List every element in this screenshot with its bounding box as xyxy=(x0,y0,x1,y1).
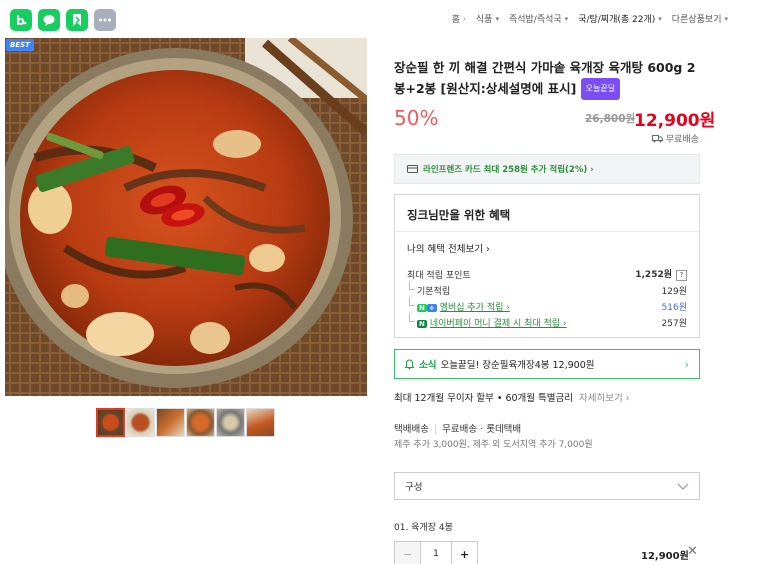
benefit-title: 징크님만을 위한 혜택 xyxy=(407,208,511,222)
breadcrumb-soup[interactable]: 국/탕/찌개(총 22개) ▾ xyxy=(578,12,662,26)
best-badge: BEST xyxy=(6,39,34,51)
delivery-fee: 무료배송 xyxy=(442,424,478,435)
membership-points-row: N + 멤버십 추가 적립 › 516원 xyxy=(407,297,687,313)
discount-rate: 50% xyxy=(394,106,439,130)
chevron-down-icon: ▾ xyxy=(724,14,728,23)
max-points-value-wrap: 1,252원? xyxy=(635,267,687,281)
installment-info: 최대 12개월 무이자 할부 • 60개월 특별금리 자세히보기 › xyxy=(394,390,630,404)
max-points-label: 최대 적립 포인트 xyxy=(407,270,471,281)
selected-option-price: 12,900원 xyxy=(641,551,689,562)
breadcrumb: 홈 › 식품 ▾ 즉석밥/즉석국 ▾ 국/탕/찌개(총 22개) ▾ 다른상품보기 ▾ xyxy=(451,12,728,26)
max-points-row: 최대 적립 포인트 1,252원? xyxy=(407,267,687,281)
separator: | xyxy=(433,424,438,435)
original-price: 26,800원 xyxy=(585,113,636,125)
sale-price: 12,900원 xyxy=(634,111,716,131)
breadcrumb-food[interactable]: 식품 ▾ xyxy=(475,12,499,26)
delivery-extra-fee: 제주 추가 3,000원, 제주 외 도서지역 추가 7,000원 xyxy=(394,440,593,450)
delivery-carrier: 롯데택배 xyxy=(486,424,522,435)
all-benefits-link[interactable]: 나의 혜택 전체보기 › xyxy=(407,241,490,255)
thumbnail-1[interactable] xyxy=(96,408,125,437)
delivery-type: 택배배송 xyxy=(394,424,429,435)
news-banner[interactable]: 소식 오늘끝딜! 장순필육개장4봉 12,900원 › xyxy=(394,349,700,379)
option-select-label: 구성 xyxy=(405,482,423,493)
thumbnail-2[interactable] xyxy=(126,408,155,437)
thumbnail-4[interactable] xyxy=(186,408,215,437)
breadcrumb-instant[interactable]: 즉석밥/즉석국 ▾ xyxy=(508,12,569,26)
chevron-right-icon: › xyxy=(463,14,466,23)
divider xyxy=(395,231,699,232)
membership-link[interactable]: 멤버십 추가 적립 › xyxy=(440,303,510,313)
thumbnail-5[interactable] xyxy=(216,408,245,437)
top-bar: b 홈 › 식품 ▾ 즉석밥/즉석국 ▾ 국/탕/찌개(총 22개) ▾ 다른상품보기 ▾ xyxy=(0,0,768,38)
bookmark-icon[interactable] xyxy=(66,9,88,31)
installment-text: 최대 12개월 무이자 할부 • 60개월 특별금리 xyxy=(394,393,573,404)
membership-points-label: N + 멤버십 추가 적립 › xyxy=(407,297,510,313)
breadcrumb-label: 식품 xyxy=(475,15,493,25)
benefit-panel: 징크님만을 위한 혜택 나의 혜택 전체보기 › 최대 적립 포인트 1,252… xyxy=(394,194,700,338)
naver-n-icon: N xyxy=(417,304,427,312)
more-icon[interactable] xyxy=(94,9,116,31)
quantity-value[interactable]: 1 xyxy=(421,542,451,564)
card-promo-banner[interactable]: 라인프렌즈 카드 최대 258원 추가 적립(2%) › xyxy=(394,154,700,184)
product-main-image[interactable] xyxy=(5,38,367,396)
basic-points-row: 기본적립 129원 xyxy=(407,281,687,297)
thumbnail-strip xyxy=(96,408,275,437)
basic-points-label: 기본적립 xyxy=(407,281,450,297)
breadcrumb-label: 홈 xyxy=(451,15,461,25)
chevron-down-icon xyxy=(677,483,689,490)
thumbnail-3[interactable] xyxy=(156,408,185,437)
thumbnail-6[interactable] xyxy=(246,408,275,437)
chevron-down-icon: ▾ xyxy=(495,14,499,23)
option-select[interactable]: 구성 xyxy=(394,472,700,500)
card-icon xyxy=(407,165,418,173)
blog-icon[interactable]: b xyxy=(10,9,32,31)
naverpay-points-row: N 네이버페이 머니 결제 시 최대 적립 › 257원 xyxy=(407,313,687,329)
chevron-right-icon: › xyxy=(684,358,689,371)
breadcrumb-other-products[interactable]: 다른상품보기 ▾ xyxy=(671,12,728,26)
naverpay-points-value: 257원 xyxy=(661,319,687,329)
membership-points-value: 516원 xyxy=(661,303,687,313)
selected-option-name: 01. 육개장 4봉 xyxy=(394,523,453,533)
news-label: 소식 xyxy=(419,360,437,371)
breadcrumb-label: 국/탕/찌개(총 22개) xyxy=(578,15,656,25)
naverpay-link[interactable]: 네이버페이 머니 결제 시 최대 적립 › xyxy=(430,319,567,329)
product-title-text: 장순필 한 끼 해결 간편식 가마솥 육개장 육개탕 600g 2봉+2봉 [원… xyxy=(394,60,696,96)
svg-text:b: b xyxy=(16,14,25,28)
installment-more-link[interactable]: 자세히보기 › xyxy=(579,393,630,404)
quantity-stepper: − 1 + xyxy=(394,541,478,564)
help-icon[interactable]: ? xyxy=(676,270,687,281)
plus-icon: + xyxy=(426,304,437,312)
naverpay-points-label: N 네이버페이 머니 결제 시 최대 적립 › xyxy=(407,313,567,329)
quantity-increase-button[interactable]: + xyxy=(451,542,477,564)
quantity-decrease-button[interactable]: − xyxy=(395,542,421,564)
news-text: 오늘끝딜! 장순필육개장4봉 12,900원 xyxy=(440,360,595,371)
shipping-info: 무료배송 xyxy=(651,132,699,145)
truck-icon xyxy=(651,135,663,143)
remove-option-button[interactable]: ✕ xyxy=(687,544,698,559)
breadcrumb-label: 즉석밥/즉석국 xyxy=(508,15,562,25)
talk-icon[interactable] xyxy=(38,9,60,31)
bell-icon xyxy=(404,358,415,369)
shipping-label: 무료배송 xyxy=(665,135,699,145)
chevron-down-icon: ▾ xyxy=(564,14,569,23)
breadcrumb-label: 다른상품보기 xyxy=(671,15,722,25)
naverpay-icon: N xyxy=(417,320,427,328)
product-title: 장순필 한 끼 해결 간편식 가마솥 육개장 육개탕 600g 2봉+2봉 [원… xyxy=(394,58,700,100)
chevron-down-icon: ▾ xyxy=(658,14,662,23)
breadcrumb-home[interactable]: 홈 › xyxy=(451,12,466,26)
card-promo-text: 라인프렌즈 카드 최대 258원 추가 적립(2%) › xyxy=(423,165,594,175)
basic-points-value: 129원 xyxy=(661,287,687,297)
max-points-value: 1,252원 xyxy=(635,270,672,280)
today-deal-badge: 오늘끝딜 xyxy=(580,78,621,100)
delivery-info: 택배배송 | 무료배송 · 롯데택배 xyxy=(394,424,522,435)
